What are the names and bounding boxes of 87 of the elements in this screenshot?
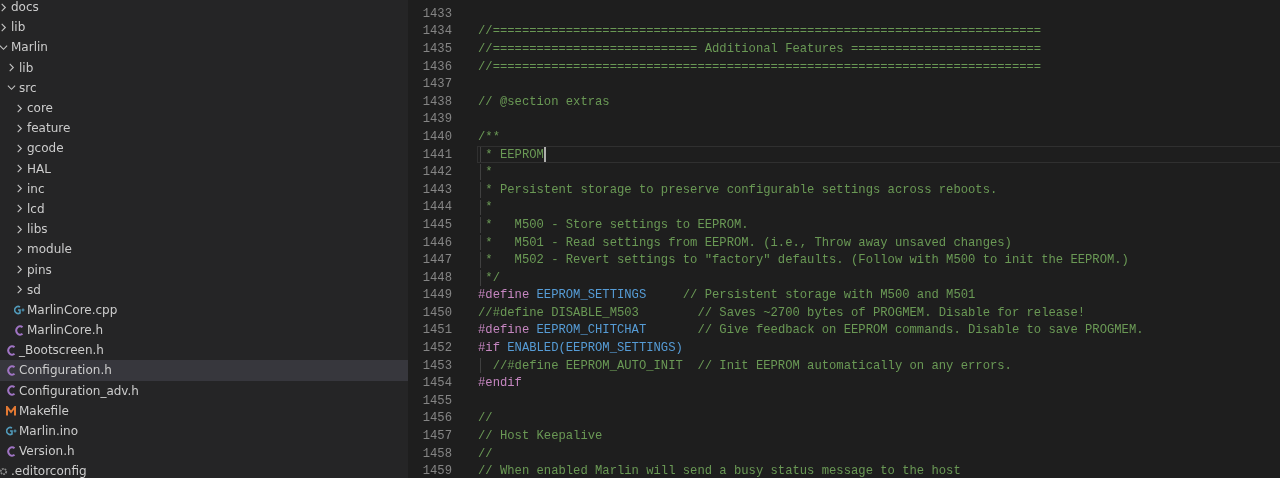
code-line: * [484, 164, 493, 181]
cpp-file-icon [5, 426, 17, 437]
code-line: // @section extras [478, 93, 610, 110]
explorer-item[interactable]: core [0, 97, 408, 119]
c-file-icon [14, 324, 24, 336]
line-number: 1437 [421, 76, 453, 93]
code-line: * EEPROM [484, 146, 544, 163]
code-line: #if ENABLED(EEPROM_SETTINGS) [478, 340, 683, 357]
explorer-item[interactable]: pins [0, 259, 408, 280]
explorer-item[interactable]: Marlin.ino [0, 420, 408, 442]
code-line: * M501 - Read settings from EEPROM. (i.e., Throw away unsaved changes) [484, 234, 1012, 251]
code-line: #define EEPROM_CHITCHAT // Give feedback on EEPROM commands. Disable to save PROGMEM. [478, 322, 1144, 339]
line-number: 1442 [421, 164, 453, 181]
explorer-item[interactable]: libs [0, 219, 408, 240]
line-number: 1443 [421, 181, 453, 198]
line-number: 1456 [421, 410, 453, 427]
line-number: 1453 [421, 357, 453, 374]
code-line: #endif [478, 375, 522, 392]
explorer-item[interactable]: MarlinCore.h [0, 320, 408, 341]
line-number: 1455 [421, 392, 453, 409]
line-number: 1441 [421, 146, 453, 163]
line-number: 1452 [421, 340, 453, 357]
code-line: * Persistent storage to preserve configurable settings across reboots. [484, 181, 998, 198]
line-number: 1458 [421, 445, 453, 462]
line-number: 1438 [421, 93, 453, 110]
explorer-item[interactable]: _Bootscreen.h [0, 340, 408, 361]
explorer-item[interactable]: feature [0, 118, 408, 139]
explorer-item[interactable]: Marlin [0, 37, 408, 58]
c-file-icon [6, 385, 16, 397]
explorer-item[interactable]: lib [0, 57, 408, 78]
explorer-item[interactable]: src [0, 77, 408, 98]
gear-icon [0, 466, 8, 476]
line-number: 1454 [421, 375, 453, 392]
explorer-item[interactable]: gcode [0, 138, 408, 159]
explorer-item[interactable]: Configuration.h [0, 360, 408, 381]
code-line: //#define DISABLE_M503 // Saves ~2700 bytes of PROGMEM. Disable for release! [478, 304, 1086, 321]
line-number: 1459 [421, 463, 453, 478]
chevron-right-icon[interactable] [6, 63, 16, 73]
line-number: 1446 [421, 234, 453, 251]
code-line: #define EEPROM_SETTINGS // Persistent storage with M500 and M501 [478, 287, 976, 304]
c-file-icon [6, 364, 16, 376]
explorer-item[interactable]: Configuration_adv.h [0, 380, 408, 401]
code-line: //============================ Additional Features ========================== [478, 41, 1042, 57]
explorer-item[interactable]: lcd [0, 198, 408, 220]
c-file-icon [6, 445, 16, 457]
explorer-item[interactable]: module [0, 239, 408, 260]
code-line: * M500 - Store settings to EEPROM. [484, 216, 749, 233]
line-number: 1436 [421, 58, 453, 75]
explorer-item[interactable]: MarlinCore.cpp [0, 299, 408, 320]
explorer-item[interactable]: docs [0, 0, 408, 18]
explorer-item[interactable]: Version.h [0, 441, 408, 462]
line-number: 1451 [421, 322, 453, 339]
text-cursor [543, 147, 546, 163]
line-number: 1447 [421, 252, 453, 269]
line-number: 1449 [421, 287, 453, 304]
line-number: 1445 [421, 216, 453, 233]
code-line: //=========================================================================== [478, 23, 1042, 40]
line-number: 1450 [421, 304, 453, 321]
chevron-down-icon[interactable] [0, 42, 8, 52]
cpp-file-icon [13, 304, 25, 315]
explorer-item[interactable]: Makefile [0, 400, 408, 421]
code-line: // [478, 410, 493, 427]
c-file-icon [6, 344, 16, 356]
explorer-item[interactable]: sd [0, 279, 408, 300]
code-line: * [484, 199, 493, 216]
code-line: //#define EEPROM_AUTO_INIT // Init EEPROM automatically on any errors. [491, 357, 1012, 374]
code-line: * M502 - Revert settings to "factory" defaults. (Follow with M500 to init the EEPROM.) [484, 252, 1129, 269]
explorer-item[interactable]: .editorconfig [0, 461, 408, 478]
code-line: //=========================================================================== [478, 58, 1042, 75]
line-number: 1448 [421, 269, 453, 286]
line-number: 1457 [421, 428, 453, 445]
code-line: */ [484, 269, 500, 286]
explorer-item[interactable]: lib [0, 17, 408, 38]
code-line: /** [478, 128, 500, 145]
code-line: // When enabled Marlin will send a busy status message to the host [478, 463, 961, 478]
line-number: 1440 [421, 128, 453, 145]
explorer-item[interactable]: HAL [0, 158, 408, 179]
line-number: 1433 [421, 5, 453, 22]
line-number: 1435 [421, 41, 453, 57]
makefile-icon [6, 405, 16, 416]
explorer-item[interactable]: inc [0, 178, 408, 199]
chevron-down-icon[interactable] [6, 83, 16, 93]
code-line: // [478, 445, 493, 462]
code-line: // Host Keepalive [478, 428, 603, 445]
line-number: 1439 [421, 111, 453, 128]
line-number: 1444 [421, 199, 453, 216]
line-number: 1434 [421, 23, 453, 40]
